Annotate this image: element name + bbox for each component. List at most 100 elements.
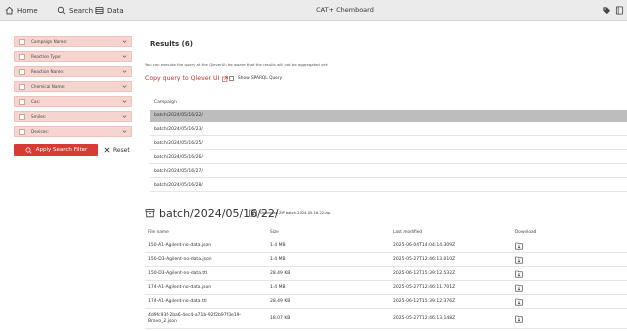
results-note: You can execute the query at the QleverU… xyxy=(145,62,329,67)
copy-query-label: Copy query to Qlever UI xyxy=(145,75,220,82)
nav-search-label: Search xyxy=(69,6,94,15)
sparql-checkbox[interactable] xyxy=(229,76,234,81)
file-name: 150-D3-Agilent-no-data.ttl xyxy=(148,271,208,276)
table-row: 174-A1-Agilent-no-data.json 1.4 MB 2025-… xyxy=(145,281,627,295)
archive-icon xyxy=(145,209,155,218)
file-size: 28.49 KB xyxy=(270,271,291,276)
filter-reaction-name[interactable]: Reaction Name: xyxy=(14,66,132,77)
filter-label: Campaign Name: xyxy=(31,39,68,44)
download-zip-link[interactable]: Download ZIP batch-2024-05-16-22.zip xyxy=(249,208,330,218)
nav-data-label: Data xyxy=(107,6,124,15)
file-name: 4d9fc93f-2ba6-4ec4-a71b-92f2b97f3e19-Bra… xyxy=(148,313,242,324)
filter-label: Devices: xyxy=(31,129,49,134)
chevron-down-icon xyxy=(122,130,127,133)
nav-data[interactable]: Data xyxy=(95,0,124,21)
apply-search-filter-button[interactable]: Apply Search Filter xyxy=(14,144,98,156)
filter-campaign-name[interactable]: Campaign Name: xyxy=(14,36,132,47)
reset-button[interactable]: Reset xyxy=(104,144,130,156)
campaign-row[interactable]: batch/2024/05/16/27/ xyxy=(150,166,627,178)
app-title: CAT+ Chemboard xyxy=(316,6,374,14)
nav-home[interactable]: Home xyxy=(5,0,38,21)
filter-chemical-name[interactable]: Chemical Name: xyxy=(14,81,132,92)
column-header-download: Download xyxy=(515,230,537,235)
file-size: 28.49 KB xyxy=(270,299,291,304)
file-size: 1.4 MB xyxy=(270,243,286,248)
book-icon[interactable] xyxy=(615,6,624,15)
download-icon[interactable] xyxy=(515,256,523,264)
filter-cas[interactable]: Cas: xyxy=(14,96,132,107)
file-name: 174-A1-Agilent-no-data.ttl xyxy=(148,299,207,304)
table-row: 150-A1-Agilent-no-data.json 1.4 MB 2025-… xyxy=(145,239,627,253)
download-icon[interactable] xyxy=(515,315,523,323)
file-name: 150-A1-Agilent-no-data.json xyxy=(148,243,212,248)
chevron-down-icon xyxy=(122,40,127,43)
search-icon xyxy=(57,6,66,15)
data-icon xyxy=(95,6,104,15)
filter-checkbox[interactable] xyxy=(19,98,25,105)
download-icon[interactable] xyxy=(515,242,523,250)
file-modified: 2025-05-27T12:46:13.010Z xyxy=(393,257,456,262)
filter-label: Reaction Name: xyxy=(31,69,65,74)
column-header-file-name: File name xyxy=(148,230,169,235)
filter-devices[interactable]: Devices: xyxy=(14,126,132,137)
filter-checkbox[interactable] xyxy=(19,38,25,45)
chevron-down-icon xyxy=(122,70,127,73)
filter-label: Reaction Type: xyxy=(31,54,62,59)
tag-icon[interactable] xyxy=(602,6,611,15)
file-modified: 2025-06-04T14:04:14.309Z xyxy=(393,243,456,248)
copy-query-link[interactable]: Copy query to Qlever UI xyxy=(145,75,229,82)
filter-checkbox[interactable] xyxy=(19,113,25,120)
campaign-row[interactable]: batch/2024/05/16/28/ xyxy=(150,180,627,192)
filter-reaction-type[interactable]: Reaction Type: xyxy=(14,51,132,62)
download-icon[interactable] xyxy=(515,298,523,306)
chevron-down-icon xyxy=(122,115,127,118)
table-row: 4d9fc93f-2ba6-4ec4-a71b-92f2b97f3e19-Bra… xyxy=(145,309,627,329)
filter-label: Cas: xyxy=(31,99,41,104)
table-row: 150-D3-Agilent-no-data.ttl 28.49 KB 2025… xyxy=(145,267,627,281)
home-icon xyxy=(5,6,14,15)
top-bar: Home Search Data CAT+ Chemboard xyxy=(0,0,627,21)
close-icon xyxy=(104,147,110,153)
results-title: Results (6) xyxy=(150,40,193,48)
file-modified: 2025-05-27T12:46:11.701Z xyxy=(393,285,456,290)
nav-home-label: Home xyxy=(17,6,38,15)
download-icon[interactable] xyxy=(515,270,523,278)
sparql-label: Show SPARQL Query xyxy=(238,76,283,81)
show-sparql-toggle[interactable]: Show SPARQL Query xyxy=(229,76,282,81)
column-header-last-modified: Last modified xyxy=(393,230,423,235)
nav-search[interactable]: Search xyxy=(57,0,93,21)
file-size: 1.4 MB xyxy=(270,257,286,262)
filter-label: Smiles: xyxy=(31,114,47,119)
file-modified: 2025-06-12T15:39:12.532Z xyxy=(393,271,456,276)
table-row: 150-D3-Agilent-no-data.json 1.4 MB 2025-… xyxy=(145,253,627,267)
campaign-row[interactable]: batch/2024/05/16/25/ xyxy=(150,138,627,150)
external-link-icon xyxy=(222,75,229,82)
apply-search-filter-label: Apply Search Filter xyxy=(35,147,88,153)
filter-checkbox[interactable] xyxy=(19,83,25,90)
campaign-row[interactable]: batch/2024/05/16/26/ xyxy=(150,152,627,164)
table-row: 174-A1-Agilent-no-data.ttl 28.49 KB 2025… xyxy=(145,295,627,309)
download-icon[interactable] xyxy=(515,284,523,292)
campaign-row[interactable]: batch/2024/05/16/23/ xyxy=(150,124,627,136)
filter-label: Chemical Name: xyxy=(31,84,66,89)
filter-smiles[interactable]: Smiles: xyxy=(14,111,132,122)
column-header-size: Size xyxy=(270,230,279,235)
chevron-down-icon xyxy=(122,100,127,103)
filter-checkbox[interactable] xyxy=(19,128,25,135)
file-modified: 2025-05-27T12:46:13.148Z xyxy=(393,316,456,321)
download-zip-label: Download ZIP batch-2024-05-16-22.zip xyxy=(260,211,331,215)
file-size: 18.07 KB xyxy=(270,316,291,321)
file-name: 150-D3-Agilent-no-data.json xyxy=(148,257,212,262)
chevron-down-icon xyxy=(122,55,127,58)
download-icon xyxy=(249,209,257,217)
campaign-row[interactable]: batch/2024/05/16/22/ xyxy=(150,110,627,122)
reset-label: Reset xyxy=(113,146,130,154)
search-icon xyxy=(25,147,32,154)
chevron-down-icon xyxy=(122,85,127,88)
file-modified: 2025-06-12T15:39:12.376Z xyxy=(393,299,456,304)
file-name: 174-A1-Agilent-no-data.json xyxy=(148,285,212,290)
file-size: 1.4 MB xyxy=(270,285,286,290)
campaign-column-header: Campaign xyxy=(154,100,177,105)
filter-checkbox[interactable] xyxy=(19,53,25,60)
filter-checkbox[interactable] xyxy=(19,68,25,75)
